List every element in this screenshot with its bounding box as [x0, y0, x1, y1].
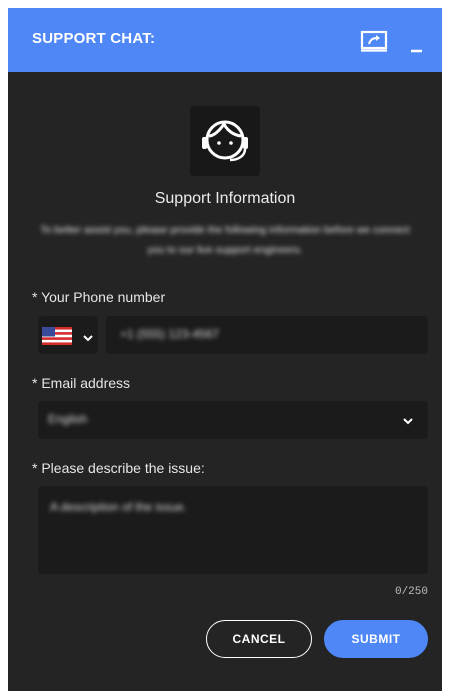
support-info-title: Support Information	[154, 190, 296, 207]
chat-title: SUPPORT CHAT:	[32, 30, 156, 47]
submit-button[interactable]: SUBMIT	[324, 620, 428, 658]
issue-placeholder: A description of the issue.	[50, 500, 187, 514]
issue-description-textarea[interactable]: A description of the issue.	[38, 486, 428, 574]
chevron-down-icon	[402, 415, 414, 429]
issue-label: * Please describe the issue:	[32, 460, 205, 476]
phone-number-value: +1 (555) 123-4567	[120, 327, 220, 341]
character-counter: 0/250	[394, 586, 428, 598]
cancel-button[interactable]: CANCEL	[206, 620, 312, 658]
us-flag-icon	[42, 327, 72, 350]
headset-agent-icon	[190, 120, 260, 180]
chat-header: SUPPORT CHAT:	[8, 8, 442, 72]
email-select-value: English	[48, 412, 88, 426]
email-select[interactable]: English	[38, 401, 428, 439]
support-chat-panel: SUPPORT CHAT: Support Information To bet…	[8, 8, 442, 691]
phone-label: * Your Phone number	[32, 289, 166, 305]
chevron-down-icon	[82, 330, 94, 348]
popout-window-icon[interactable]	[360, 30, 388, 52]
country-code-select[interactable]	[38, 316, 98, 354]
phone-number-input[interactable]: +1 (555) 123-4567	[106, 316, 428, 354]
email-label: * Email address	[32, 375, 131, 391]
minimize-icon[interactable]	[408, 38, 428, 54]
support-info-description: To better assist you, please provide the…	[40, 224, 410, 256]
support-agent-avatar	[190, 106, 260, 176]
